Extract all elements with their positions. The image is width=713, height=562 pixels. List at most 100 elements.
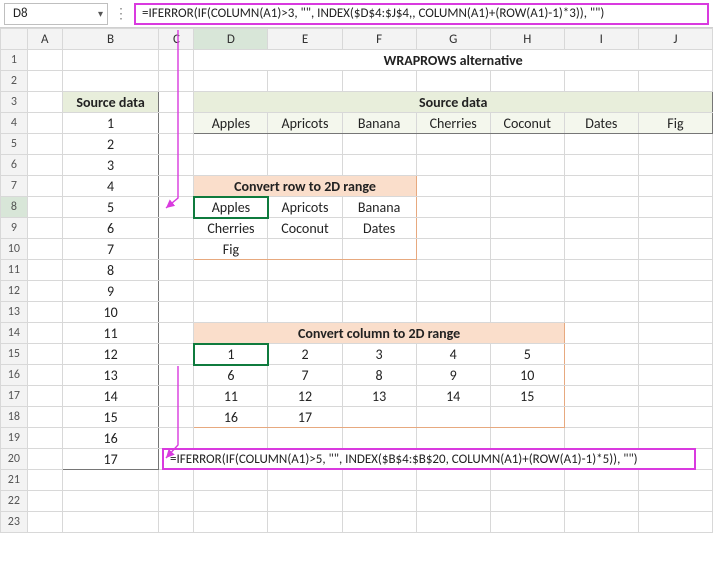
formula-bar-text: =IFERROR(IF(COLUMN(A1)>3, "", INDEX($D$4… [142, 6, 604, 21]
block2-cell[interactable]: 15 [490, 386, 564, 407]
row-header[interactable]: 11 [1, 260, 28, 281]
src-row-cell[interactable]: Cherries [416, 113, 490, 134]
block1-cell[interactable]: Banana [342, 197, 416, 218]
chevron-down-icon[interactable]: ▾ [98, 7, 103, 20]
block1-cell[interactable]: Cherries [194, 218, 268, 239]
row-header[interactable]: 17 [1, 386, 28, 407]
row-header[interactable]: 10 [1, 239, 28, 260]
col-header[interactable]: D [194, 29, 268, 50]
row-header[interactable]: 23 [1, 512, 28, 533]
col-header[interactable]: F [342, 29, 416, 50]
block2-cell[interactable] [490, 407, 564, 428]
spreadsheet-grid[interactable]: A B C D E F G H I J 1 WRAPROWS alternati… [0, 28, 713, 534]
row-header[interactable]: 20 [1, 449, 28, 470]
row-header[interactable]: 9 [1, 218, 28, 239]
annotation-formula-text: =IFERROR(IF(COLUMN(A1)>5, "", INDEX($B$4… [170, 452, 638, 467]
row-header[interactable]: 15 [1, 344, 28, 365]
block1-cell[interactable]: Fig [194, 239, 268, 260]
col-header[interactable]: I [564, 29, 638, 50]
row-header[interactable]: 7 [1, 176, 28, 197]
block1-cell[interactable]: Apricots [268, 197, 342, 218]
select-all-cell[interactable] [1, 29, 28, 50]
src-col-cell[interactable]: 11 [62, 323, 159, 344]
formula-bar-row: D8 ▾ ⋮ =IFERROR(IF(COLUMN(A1)>3, "", IND… [0, 0, 713, 28]
row-header[interactable]: 8 [1, 197, 28, 218]
src-col-cell[interactable]: 13 [62, 365, 159, 386]
col-header[interactable]: H [490, 29, 564, 50]
block2-cell[interactable]: 11 [194, 386, 268, 407]
name-box[interactable]: D8 ▾ [4, 3, 108, 25]
src-row-cell[interactable]: Dates [564, 113, 638, 134]
block1-cell[interactable] [268, 239, 342, 260]
src-col-cell[interactable]: 17 [62, 449, 159, 470]
src-col-cell[interactable]: 6 [62, 218, 159, 239]
src-col-cell[interactable]: 10 [62, 302, 159, 323]
src-col-header: Source data [62, 92, 159, 113]
block1-cell[interactable]: Apples [194, 197, 268, 218]
block2-cell[interactable] [416, 407, 490, 428]
row-header[interactable]: 12 [1, 281, 28, 302]
block2-cell[interactable]: 4 [416, 344, 490, 365]
block2-cell[interactable]: 12 [268, 386, 342, 407]
src-col-cell[interactable]: 7 [62, 239, 159, 260]
src-col-cell[interactable]: 16 [62, 428, 159, 449]
col-header[interactable]: E [268, 29, 342, 50]
row-header[interactable]: 21 [1, 470, 28, 491]
block1-title: Convert row to 2D range [194, 176, 416, 197]
src-row-cell[interactable]: Fig [638, 113, 712, 134]
row-header[interactable]: 22 [1, 491, 28, 512]
block1-cell[interactable]: Coconut [268, 218, 342, 239]
src-col-cell[interactable]: 3 [62, 155, 159, 176]
block2-cell[interactable]: 1 [194, 344, 268, 365]
row-header[interactable]: 3 [1, 92, 28, 113]
src-col-cell[interactable]: 9 [62, 281, 159, 302]
formula-bar-options-icon[interactable]: ⋮ [112, 5, 130, 22]
src-col-cell[interactable]: 8 [62, 260, 159, 281]
src-row-cell[interactable]: Coconut [490, 113, 564, 134]
src-col-cell[interactable]: 5 [62, 197, 159, 218]
row-header[interactable]: 18 [1, 407, 28, 428]
src-col-cell[interactable]: 14 [62, 386, 159, 407]
formula-bar[interactable]: =IFERROR(IF(COLUMN(A1)>3, "", INDEX($D$4… [134, 3, 709, 25]
src-row-cell[interactable]: Apricots [268, 113, 342, 134]
src-row-cell[interactable]: Banana [342, 113, 416, 134]
row-header[interactable]: 4 [1, 113, 28, 134]
row-header[interactable]: 19 [1, 428, 28, 449]
block2-cell[interactable] [342, 407, 416, 428]
src-col-cell[interactable]: 15 [62, 407, 159, 428]
row-header[interactable]: 5 [1, 134, 28, 155]
column-header-row[interactable]: A B C D E F G H I J [1, 29, 713, 50]
col-header[interactable]: C [159, 29, 194, 50]
src-col-cell[interactable]: 12 [62, 344, 159, 365]
src-row-header: Source data [194, 92, 713, 113]
block2-cell[interactable]: 2 [268, 344, 342, 365]
row-header[interactable]: 2 [1, 71, 28, 92]
block2-cell[interactable]: 5 [490, 344, 564, 365]
block1-cell[interactable] [342, 239, 416, 260]
col-header[interactable]: A [27, 29, 62, 50]
block2-cell[interactable]: 17 [268, 407, 342, 428]
row-header[interactable]: 16 [1, 365, 28, 386]
col-header[interactable]: J [638, 29, 712, 50]
block1-cell[interactable]: Dates [342, 218, 416, 239]
block2-cell[interactable]: 7 [268, 365, 342, 386]
annotation-formula-bottom: =IFERROR(IF(COLUMN(A1)>5, "", INDEX($B$4… [162, 448, 696, 470]
block2-cell[interactable]: 8 [342, 365, 416, 386]
block2-cell[interactable]: 9 [416, 365, 490, 386]
row-header[interactable]: 14 [1, 323, 28, 344]
block2-cell[interactable]: 10 [490, 365, 564, 386]
col-header[interactable]: G [416, 29, 490, 50]
block2-cell[interactable]: 13 [342, 386, 416, 407]
col-header[interactable]: B [62, 29, 159, 50]
row-header[interactable]: 6 [1, 155, 28, 176]
block2-cell[interactable]: 3 [342, 344, 416, 365]
src-col-cell[interactable]: 2 [62, 134, 159, 155]
row-header[interactable]: 13 [1, 302, 28, 323]
row-header[interactable]: 1 [1, 50, 28, 71]
src-col-cell[interactable]: 1 [62, 113, 159, 134]
src-row-cell[interactable]: Apples [194, 113, 268, 134]
src-col-cell[interactable]: 4 [62, 176, 159, 197]
block2-cell[interactable]: 14 [416, 386, 490, 407]
block2-cell[interactable]: 6 [194, 365, 268, 386]
block2-cell[interactable]: 16 [194, 407, 268, 428]
